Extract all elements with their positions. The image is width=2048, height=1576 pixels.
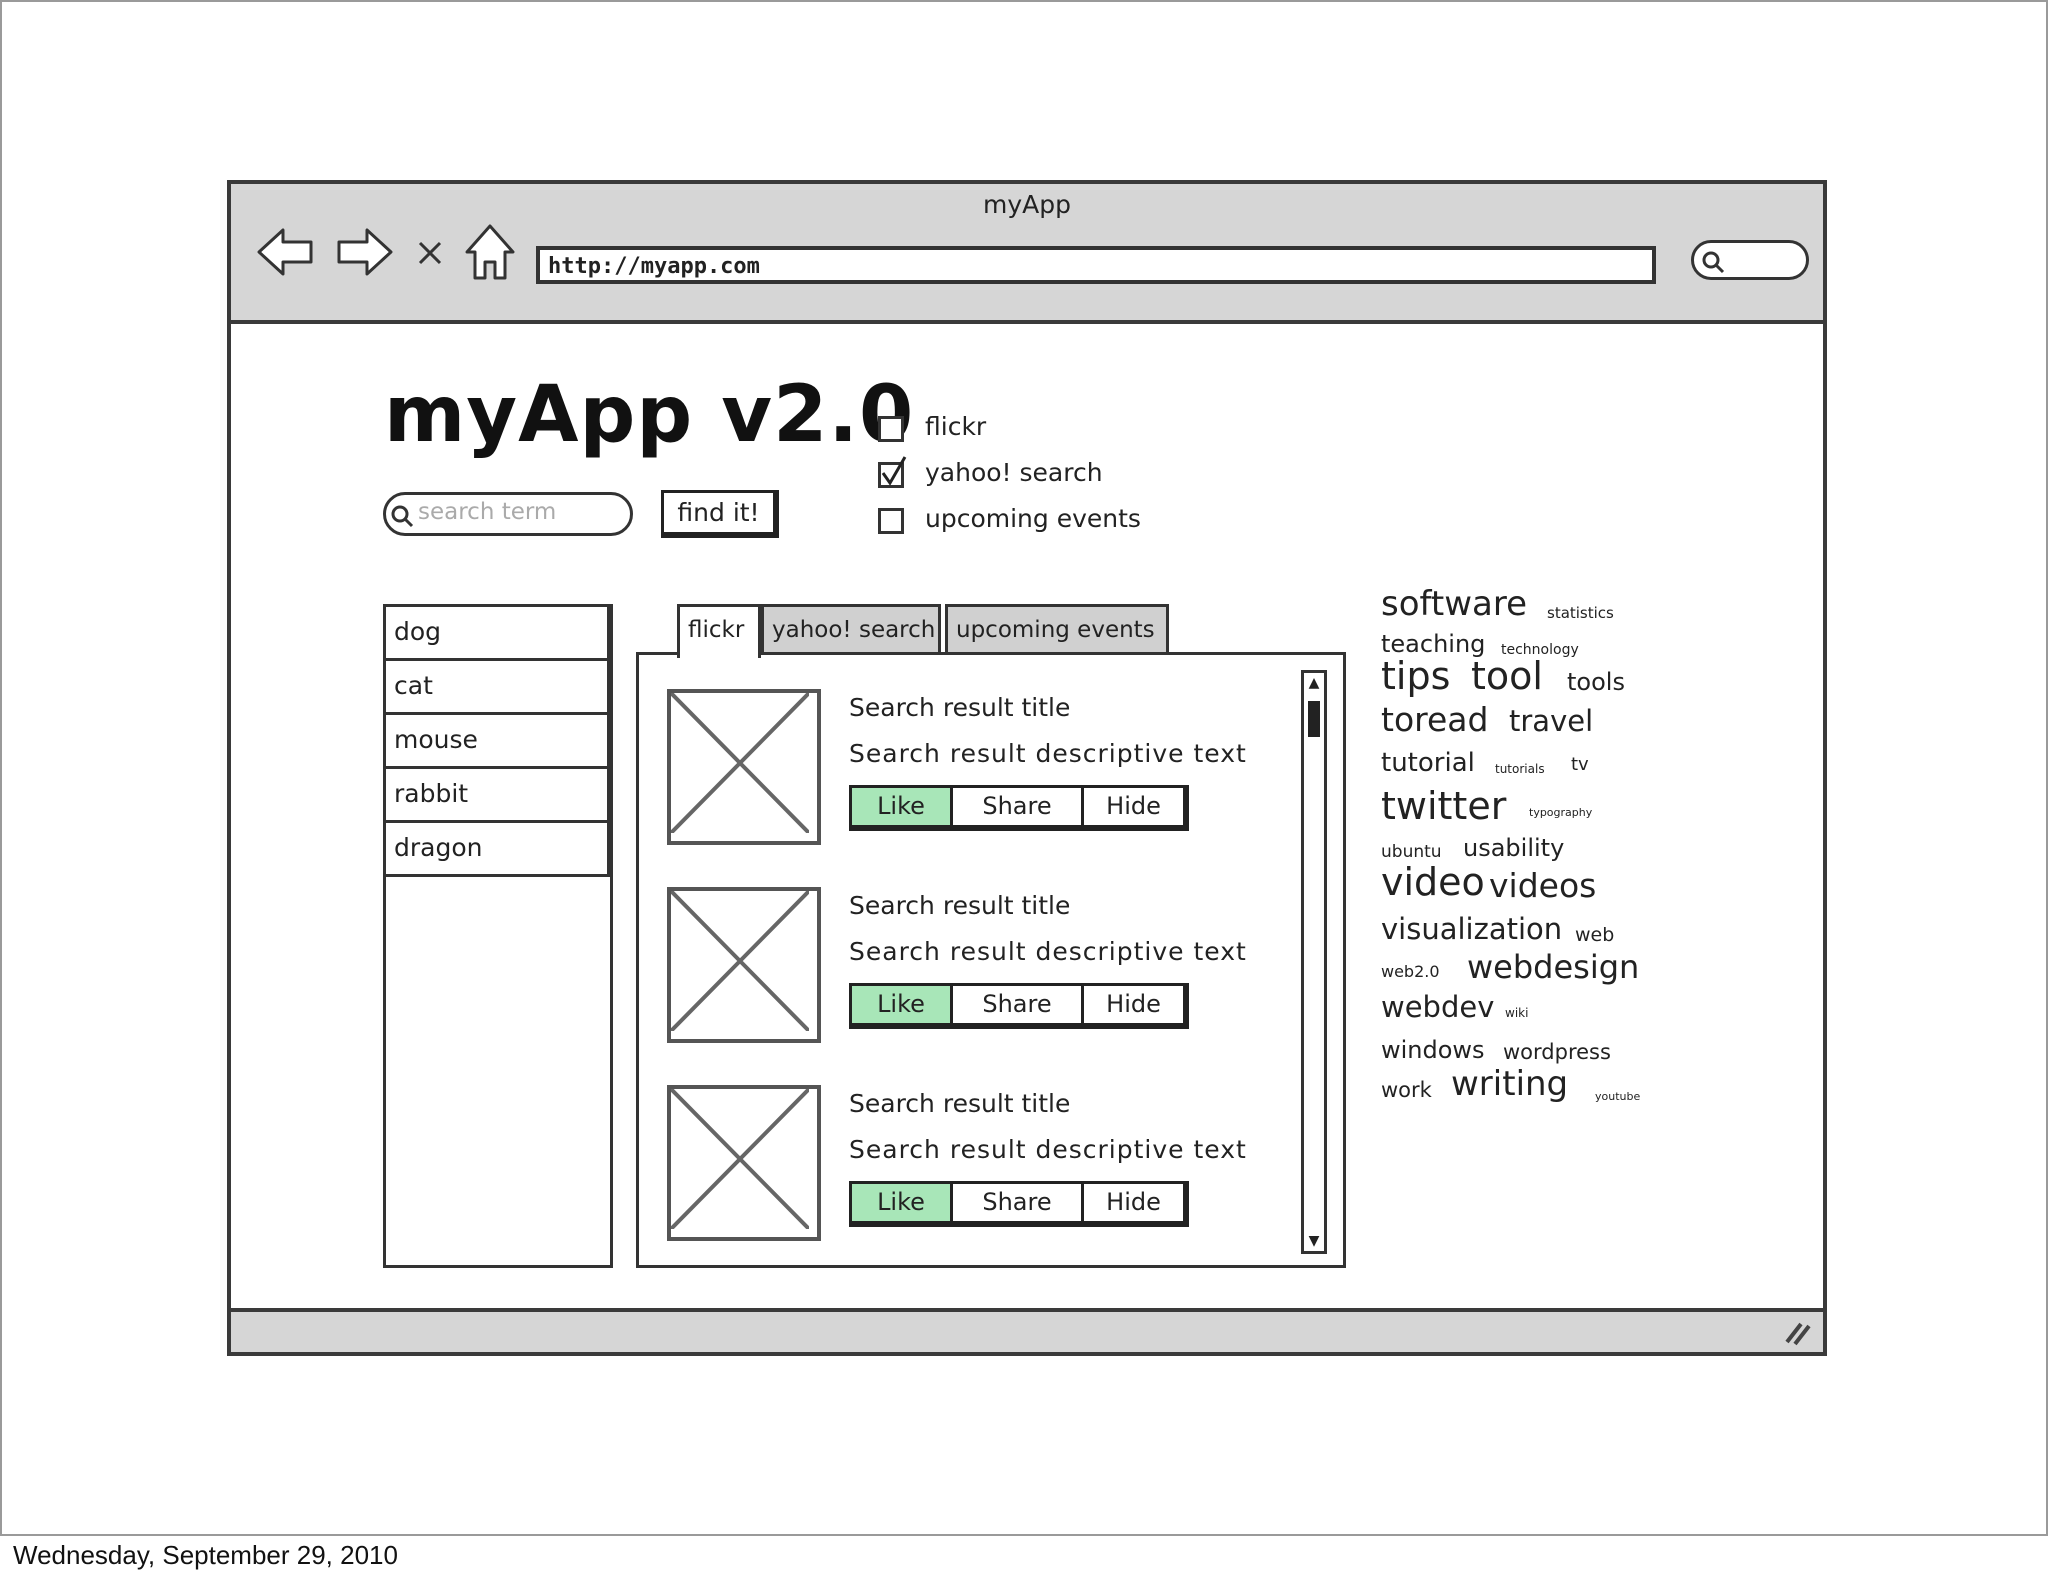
tag[interactable]: twitter bbox=[1381, 784, 1506, 828]
scroll-down-icon[interactable]: ▼ bbox=[1304, 1231, 1324, 1251]
forward-arrow-icon[interactable] bbox=[335, 224, 395, 280]
status-bar bbox=[231, 1308, 1823, 1352]
app-title: myApp v2.0 bbox=[384, 370, 915, 460]
checkbox-label: flickr bbox=[925, 412, 987, 441]
tag[interactable]: travel bbox=[1509, 704, 1593, 738]
tag[interactable]: windows bbox=[1381, 1036, 1485, 1064]
tag-cloud: software statistics teaching technology … bbox=[1381, 584, 1681, 1144]
find-button[interactable]: find it! bbox=[661, 490, 779, 538]
tag[interactable]: ubuntu bbox=[1381, 842, 1442, 862]
tag[interactable]: webdev bbox=[1381, 990, 1494, 1024]
share-button[interactable]: Share bbox=[950, 785, 1084, 831]
scroll-thumb[interactable] bbox=[1308, 701, 1320, 737]
resize-grip-icon[interactable] bbox=[1783, 1318, 1813, 1346]
back-arrow-icon[interactable] bbox=[255, 224, 315, 280]
browser-search-field[interactable] bbox=[1691, 240, 1809, 280]
browser-window: myApp http://myapp.com myApp v2.0 search… bbox=[227, 180, 1827, 1356]
search-icon bbox=[391, 505, 414, 528]
tag[interactable]: web bbox=[1575, 924, 1614, 946]
tab-flickr[interactable]: flickr bbox=[677, 604, 761, 658]
tag[interactable]: tool bbox=[1471, 654, 1543, 698]
tag[interactable]: tv bbox=[1571, 754, 1589, 775]
list-item[interactable]: rabbit bbox=[386, 769, 610, 823]
like-button[interactable]: Like bbox=[849, 983, 953, 1029]
search-result: Search result title Search result descri… bbox=[639, 883, 1289, 1083]
tag[interactable]: toread bbox=[1381, 700, 1488, 739]
like-button[interactable]: Like bbox=[849, 1181, 953, 1227]
result-description: Search result descriptive text bbox=[849, 1135, 1247, 1164]
tag[interactable]: wiki bbox=[1505, 1006, 1528, 1020]
tag[interactable]: visualization bbox=[1381, 912, 1562, 946]
like-button[interactable]: Like bbox=[849, 785, 953, 831]
tag[interactable]: typography bbox=[1529, 806, 1592, 819]
share-button[interactable]: Share bbox=[950, 1181, 1084, 1227]
tag[interactable]: tutorial bbox=[1381, 748, 1475, 778]
search-placeholder: search term bbox=[418, 499, 557, 525]
tag[interactable]: wordpress bbox=[1503, 1040, 1611, 1064]
list-item[interactable]: cat bbox=[386, 661, 610, 715]
tag[interactable]: web2.0 bbox=[1381, 962, 1440, 981]
search-icon bbox=[1702, 251, 1725, 274]
result-title[interactable]: Search result title bbox=[849, 891, 1070, 920]
checkbox[interactable] bbox=[878, 416, 904, 442]
image-placeholder bbox=[667, 1085, 821, 1241]
image-placeholder bbox=[667, 887, 821, 1043]
tag[interactable]: software bbox=[1381, 584, 1527, 624]
list-item[interactable]: dragon bbox=[386, 823, 610, 877]
search-result: Search result title Search result descri… bbox=[639, 685, 1289, 885]
hide-button[interactable]: Hide bbox=[1081, 1181, 1189, 1227]
list-item[interactable]: dog bbox=[386, 607, 610, 661]
share-button[interactable]: Share bbox=[950, 983, 1084, 1029]
scrollbar[interactable]: ▲ ▼ bbox=[1301, 670, 1327, 1254]
tag[interactable]: statistics bbox=[1547, 604, 1614, 622]
tag[interactable]: tips bbox=[1381, 654, 1450, 698]
tab-panel: Search result title Search result descri… bbox=[636, 652, 1346, 1268]
tag[interactable]: tools bbox=[1567, 668, 1625, 696]
tag[interactable]: video bbox=[1381, 860, 1485, 904]
checkbox[interactable] bbox=[878, 508, 904, 534]
browser-chrome: myApp http://myapp.com bbox=[231, 184, 1823, 324]
result-description: Search result descriptive text bbox=[849, 937, 1247, 966]
hide-button[interactable]: Hide bbox=[1081, 983, 1189, 1029]
home-icon[interactable] bbox=[463, 222, 517, 282]
stop-icon[interactable] bbox=[415, 238, 445, 268]
tag[interactable]: work bbox=[1381, 1078, 1432, 1102]
tag[interactable]: usability bbox=[1463, 834, 1564, 862]
tag[interactable]: youtube bbox=[1595, 1090, 1640, 1103]
hide-button[interactable]: Hide bbox=[1081, 785, 1189, 831]
scroll-up-icon[interactable]: ▲ bbox=[1304, 673, 1324, 693]
window-title: myApp bbox=[983, 190, 1071, 219]
tag[interactable]: tutorials bbox=[1495, 762, 1545, 776]
result-actions: Like Share Hide bbox=[849, 785, 1189, 831]
tag[interactable]: writing bbox=[1451, 1064, 1568, 1104]
result-actions: Like Share Hide bbox=[849, 1181, 1189, 1227]
image-placeholder bbox=[667, 689, 821, 845]
slide-footer-date: Wednesday, September 29, 2010 bbox=[13, 1540, 398, 1570]
tag[interactable]: videos bbox=[1489, 866, 1596, 905]
checkbox-label: upcoming events bbox=[925, 504, 1141, 533]
checkbox-label: yahoo! search bbox=[925, 458, 1103, 487]
result-title[interactable]: Search result title bbox=[849, 1089, 1070, 1118]
tag[interactable]: webdesign bbox=[1467, 948, 1639, 986]
tab-yahoo-search[interactable]: yahoo! search bbox=[761, 604, 941, 654]
checkmark-icon bbox=[881, 456, 907, 486]
search-result: Search result title Search result descri… bbox=[639, 1081, 1289, 1281]
list-item[interactable]: mouse bbox=[386, 715, 610, 769]
tab-upcoming-events[interactable]: upcoming events bbox=[945, 604, 1169, 654]
url-bar[interactable]: http://myapp.com bbox=[536, 246, 1656, 284]
result-actions: Like Share Hide bbox=[849, 983, 1189, 1029]
checkbox-checked[interactable] bbox=[878, 456, 907, 488]
term-list: dog cat mouse rabbit dragon bbox=[383, 604, 613, 1268]
search-input[interactable]: search term bbox=[383, 492, 633, 536]
result-description: Search result descriptive text bbox=[849, 739, 1247, 768]
result-title[interactable]: Search result title bbox=[849, 693, 1070, 722]
